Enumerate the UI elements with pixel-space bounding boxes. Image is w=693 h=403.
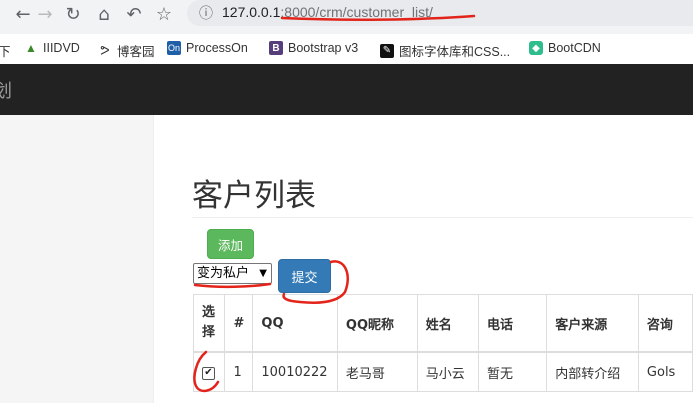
col-source: 客户来源 xyxy=(546,294,639,353)
url-host: 127.0.0.1 xyxy=(222,4,281,20)
row-qq-nickname: 老马哥 xyxy=(336,351,418,392)
url-path: :8000/crm/customer_list/ xyxy=(280,4,433,20)
row-name: 马小云 xyxy=(416,351,480,392)
forward-arrow-icon[interactable]: → xyxy=(34,4,56,26)
sidebar: : : xyxy=(0,115,154,403)
bookmark-item[interactable]: On ProcessOn xyxy=(167,41,248,55)
add-button[interactable]: 添加 xyxy=(207,229,254,259)
col-select: 选 择 xyxy=(192,294,226,353)
top-navbar: 划 xyxy=(0,64,693,115)
undo-icon[interactable]: ↶ xyxy=(123,4,145,26)
submit-button[interactable]: 提交 xyxy=(278,259,331,293)
col-consult: 咨询 xyxy=(637,294,693,353)
iconfont-icon: ✎ xyxy=(380,43,394,58)
row-consult: Gols xyxy=(637,351,693,392)
browser-toolbar: ← → ↻ ⌂ ↶ ☆ ⓘ 127.0.0.1:8000/crm/custome… xyxy=(0,0,693,34)
row-phone: 暂无 xyxy=(477,351,548,392)
bookmark-item[interactable]: ▲ IIIDVD xyxy=(24,41,80,55)
bookmark-item[interactable]: B Bootstrap v3 xyxy=(269,41,358,55)
processon-icon: On xyxy=(167,41,181,55)
table-row: ✔ 1 10010222 老马哥 马小云 暂无 内部转介绍 Gols xyxy=(192,351,693,392)
col-number: # xyxy=(224,294,254,353)
cnblogs-icon: ᕗ xyxy=(100,42,110,58)
dropdown-caret-icon: ▼ xyxy=(259,268,267,279)
home-icon[interactable]: ⌂ xyxy=(93,4,115,26)
action-select-value: 变为私户 xyxy=(197,266,250,281)
bookmark-item[interactable]: ◆ BootCDN xyxy=(529,41,601,55)
customer-table: 选 择 # QQ QQ昵称 姓名 电话 客户来源 咨询 ✔ 1 10010222… xyxy=(192,294,693,392)
bookmark-label: 博客园 xyxy=(117,45,155,59)
url-text[interactable]: 127.0.0.1:8000/crm/customer_list/ xyxy=(222,4,433,20)
bookmark-item[interactable]: ✎ 图标字体库和CSS... xyxy=(380,41,510,60)
bookmarks-bar: 下 ▲ IIIDVD ᕗ 博客园 On ProcessOn B Bootstra… xyxy=(0,34,693,64)
action-select[interactable]: 变为私户 ▼ xyxy=(193,263,272,284)
bookmark-label: BootCDN xyxy=(548,41,601,55)
bookmark-label: IIIDVD xyxy=(43,41,80,55)
bookmark-label: 下 xyxy=(0,45,11,59)
row-qq: 10010222 xyxy=(252,351,338,392)
row-select-cell: ✔ xyxy=(192,351,226,392)
bookmark-label: 图标字体库和CSS... xyxy=(399,45,511,59)
bootstrap-icon: B xyxy=(269,41,283,55)
star-icon[interactable]: ☆ xyxy=(153,4,175,26)
navbar-brand[interactable]: 划 xyxy=(0,77,12,103)
bootcdn-icon: ◆ xyxy=(529,41,543,55)
back-arrow-icon[interactable]: ← xyxy=(12,4,34,26)
col-qq-nickname: QQ昵称 xyxy=(336,294,418,353)
row-number: 1 xyxy=(224,351,254,392)
bookmark-item[interactable]: 下 xyxy=(0,41,11,60)
row-checkbox[interactable]: ✔ xyxy=(202,366,215,380)
bookmark-label: ProcessOn xyxy=(186,41,248,55)
title-divider xyxy=(192,217,693,218)
row-source: 内部转介绍 xyxy=(546,351,639,392)
table-header-row: 选 择 # QQ QQ昵称 姓名 电话 客户来源 咨询 xyxy=(192,294,693,353)
col-qq: QQ xyxy=(252,294,338,353)
triangle-icon: ▲ xyxy=(25,41,37,55)
info-icon[interactable]: ⓘ xyxy=(195,3,217,25)
bookmark-label: Bootstrap v3 xyxy=(288,41,359,55)
col-name: 姓名 xyxy=(416,294,480,353)
bookmark-item[interactable]: ᕗ 博客园 xyxy=(98,41,155,60)
select-underline-annotation xyxy=(193,282,272,289)
page-title: 客户列表 xyxy=(192,178,316,214)
reload-icon[interactable]: ↻ xyxy=(62,4,84,26)
col-phone: 电话 xyxy=(477,294,548,353)
